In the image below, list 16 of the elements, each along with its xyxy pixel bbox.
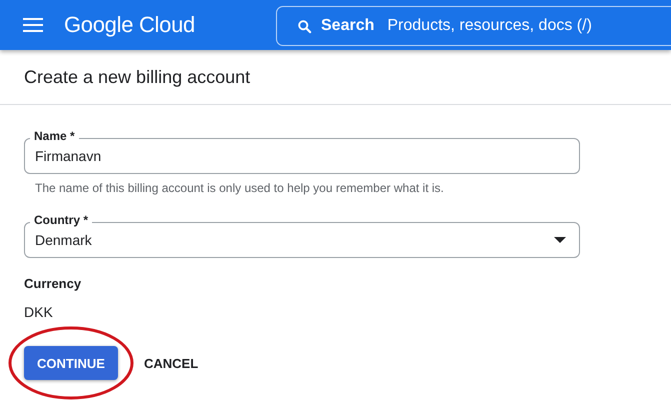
- search-field[interactable]: Search Products, resources, docs (/): [276, 6, 671, 46]
- name-field[interactable]: Name * Firmanavn: [24, 129, 580, 174]
- helper-text: The name of this billing account is only used to help you remember what it is.: [35, 181, 445, 195]
- currency-value: DKK: [24, 304, 54, 320]
- search-icon: [297, 18, 312, 34]
- country-dropdown[interactable]: Country * Denmark: [24, 213, 580, 258]
- page-title: Create a new billing account: [24, 66, 250, 88]
- field-label: Country *: [30, 213, 92, 227]
- caret-icon: [554, 237, 566, 243]
- menu-icon[interactable]: [23, 18, 43, 32]
- currency-label: Currency: [24, 276, 82, 291]
- logo[interactable]: Google Cloud: [64, 12, 276, 38]
- search-input[interactable]: Products, resources, docs (/): [387, 17, 671, 35]
- field-label: Name *: [30, 129, 79, 143]
- cancel-button[interactable]: CANCEL: [144, 348, 198, 378]
- continue-button[interactable]: CONTINUE: [24, 346, 118, 380]
